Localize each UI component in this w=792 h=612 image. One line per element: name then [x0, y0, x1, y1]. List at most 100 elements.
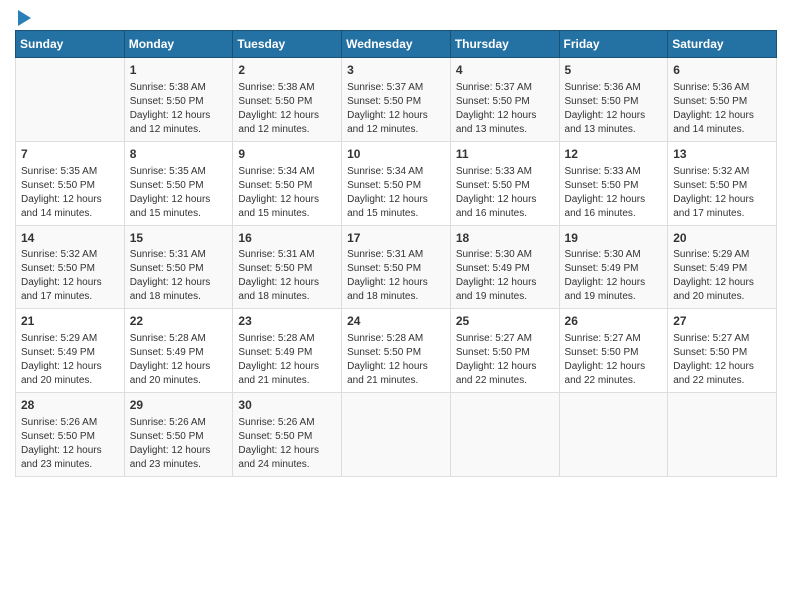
calendar-cell: 17Sunrise: 5:31 AM Sunset: 5:50 PM Dayli… [342, 225, 451, 309]
day-info: Sunrise: 5:32 AM Sunset: 5:50 PM Dayligh… [673, 165, 771, 221]
day-info: Sunrise: 5:35 AM Sunset: 5:50 PM Dayligh… [21, 165, 119, 221]
day-number: 20 [673, 230, 771, 247]
day-info: Sunrise: 5:38 AM Sunset: 5:50 PM Dayligh… [238, 81, 336, 137]
day-info: Sunrise: 5:36 AM Sunset: 5:50 PM Dayligh… [565, 81, 663, 137]
calendar-cell [342, 393, 451, 477]
calendar-week-row: 21 Sunrise: 5:29 AM Sunset: 5:49 PM Dayli… [16, 309, 777, 393]
day-number: 5 [565, 62, 663, 79]
day-number: 30 [238, 397, 336, 414]
day-info: Sunrise: 5:30 AM Sunset: 5:49 PM Dayligh… [565, 248, 663, 304]
day-info: Sunrise: 5:32 AM Sunset: 5:50 PM Dayligh… [21, 248, 119, 304]
calendar-cell: 26 Sunrise: 5:27 AM Sunset: 5:50 PM Dayli… [559, 309, 668, 393]
day-info: Sunrise: 5:29 AM Sunset: 5:49 PM Dayligh… [21, 332, 119, 388]
calendar-cell [450, 393, 559, 477]
day-info: Sunrise: 5:37 AM Sunset: 5:50 PM Dayligh… [456, 81, 554, 137]
calendar-cell [16, 58, 125, 142]
day-number: 24 [347, 313, 445, 330]
calendar-cell: 2 Sunrise: 5:38 AM Sunset: 5:50 PM Daylig… [233, 58, 342, 142]
day-number: 22 [130, 313, 228, 330]
day-info: Sunrise: 5:26 AM Sunset: 5:50 PM Dayligh… [238, 416, 336, 472]
calendar-cell: 24 Sunrise: 5:28 AM Sunset: 5:50 PM Dayli… [342, 309, 451, 393]
day-number: 19 [565, 230, 663, 247]
day-number: 27 [673, 313, 771, 330]
day-info: Sunrise: 5:27 AM Sunset: 5:50 PM Dayligh… [456, 332, 554, 388]
calendar-week-row: 1 Sunrise: 5:38 AM Sunset: 5:50 PM Daylig… [16, 58, 777, 142]
calendar-cell: 7 Sunrise: 5:35 AM Sunset: 5:50 PM Daylig… [16, 141, 125, 225]
day-info: Sunrise: 5:34 AM Sunset: 5:50 PM Dayligh… [238, 165, 336, 221]
calendar-cell: 5 Sunrise: 5:36 AM Sunset: 5:50 PM Daylig… [559, 58, 668, 142]
day-info: Sunrise: 5:27 AM Sunset: 5:50 PM Dayligh… [673, 332, 771, 388]
calendar-cell: 23Sunrise: 5:28 AM Sunset: 5:49 PM Dayli… [233, 309, 342, 393]
calendar-cell: 30 Sunrise: 5:26 AM Sunset: 5:50 PM Dayli… [233, 393, 342, 477]
day-info: Sunrise: 5:35 AM Sunset: 5:50 PM Dayligh… [130, 165, 228, 221]
column-header-tuesday: Tuesday [233, 31, 342, 58]
day-number: 28 [21, 397, 119, 414]
day-info: Sunrise: 5:26 AM Sunset: 5:50 PM Dayligh… [130, 416, 228, 472]
column-header-friday: Friday [559, 31, 668, 58]
day-number: 17 [347, 230, 445, 247]
day-info: Sunrise: 5:26 AM Sunset: 5:50 PM Dayligh… [21, 416, 119, 472]
column-header-monday: Monday [124, 31, 233, 58]
day-number: 25 [456, 313, 554, 330]
calendar-cell: 11Sunrise: 5:33 AM Sunset: 5:50 PM Dayli… [450, 141, 559, 225]
day-number: 2 [238, 62, 336, 79]
day-info: Sunrise: 5:31 AM Sunset: 5:50 PM Dayligh… [238, 248, 336, 304]
day-number: 13 [673, 146, 771, 163]
calendar-cell: 1Sunrise: 5:38 AM Sunset: 5:50 PM Daylig… [124, 58, 233, 142]
day-number: 7 [21, 146, 119, 163]
calendar-header-row: SundayMondayTuesdayWednesdayThursdayFrid… [16, 31, 777, 58]
day-info: Sunrise: 5:33 AM Sunset: 5:50 PM Dayligh… [565, 165, 663, 221]
calendar-cell: 20Sunrise: 5:29 AM Sunset: 5:49 PM Dayli… [668, 225, 777, 309]
column-header-thursday: Thursday [450, 31, 559, 58]
calendar-week-row: 28 Sunrise: 5:26 AM Sunset: 5:50 PM Dayli… [16, 393, 777, 477]
calendar-cell: 3 Sunrise: 5:37 AM Sunset: 5:50 PM Daylig… [342, 58, 451, 142]
day-info: Sunrise: 5:28 AM Sunset: 5:49 PM Dayligh… [130, 332, 228, 388]
day-info: Sunrise: 5:36 AM Sunset: 5:50 PM Dayligh… [673, 81, 771, 137]
column-header-sunday: Sunday [16, 31, 125, 58]
calendar-cell: 6 Sunrise: 5:36 AM Sunset: 5:50 PM Daylig… [668, 58, 777, 142]
calendar-week-row: 7 Sunrise: 5:35 AM Sunset: 5:50 PM Daylig… [16, 141, 777, 225]
calendar-cell: 19Sunrise: 5:30 AM Sunset: 5:49 PM Dayli… [559, 225, 668, 309]
calendar-cell: 9 Sunrise: 5:34 AM Sunset: 5:50 PM Daylig… [233, 141, 342, 225]
calendar-cell: 13 Sunrise: 5:32 AM Sunset: 5:50 PM Dayli… [668, 141, 777, 225]
page-header [15, 10, 777, 24]
calendar-cell: 16Sunrise: 5:31 AM Sunset: 5:50 PM Dayli… [233, 225, 342, 309]
calendar-cell: 28 Sunrise: 5:26 AM Sunset: 5:50 PM Dayli… [16, 393, 125, 477]
day-info: Sunrise: 5:30 AM Sunset: 5:49 PM Dayligh… [456, 248, 554, 304]
day-number: 26 [565, 313, 663, 330]
day-number: 18 [456, 230, 554, 247]
day-number: 4 [456, 62, 554, 79]
calendar-week-row: 14Sunrise: 5:32 AM Sunset: 5:50 PM Dayli… [16, 225, 777, 309]
day-number: 29 [130, 397, 228, 414]
day-number: 12 [565, 146, 663, 163]
day-number: 3 [347, 62, 445, 79]
calendar-cell [559, 393, 668, 477]
calendar-cell: 29 Sunrise: 5:26 AM Sunset: 5:50 PM Dayli… [124, 393, 233, 477]
day-number: 6 [673, 62, 771, 79]
day-info: Sunrise: 5:33 AM Sunset: 5:50 PM Dayligh… [456, 165, 554, 221]
calendar-table: SundayMondayTuesdayWednesdayThursdayFrid… [15, 30, 777, 477]
calendar-cell [668, 393, 777, 477]
calendar-cell: 15Sunrise: 5:31 AM Sunset: 5:50 PM Dayli… [124, 225, 233, 309]
day-info: Sunrise: 5:27 AM Sunset: 5:50 PM Dayligh… [565, 332, 663, 388]
calendar-cell: 27 Sunrise: 5:27 AM Sunset: 5:50 PM Dayli… [668, 309, 777, 393]
calendar-cell: 25 Sunrise: 5:27 AM Sunset: 5:50 PM Dayli… [450, 309, 559, 393]
day-info: Sunrise: 5:28 AM Sunset: 5:49 PM Dayligh… [238, 332, 336, 388]
logo-arrow-icon [18, 10, 31, 26]
day-number: 1 [130, 62, 228, 79]
calendar-cell: 8 Sunrise: 5:35 AM Sunset: 5:50 PM Daylig… [124, 141, 233, 225]
day-info: Sunrise: 5:37 AM Sunset: 5:50 PM Dayligh… [347, 81, 445, 137]
calendar-cell: 10 Sunrise: 5:34 AM Sunset: 5:50 PM Dayli… [342, 141, 451, 225]
day-info: Sunrise: 5:34 AM Sunset: 5:50 PM Dayligh… [347, 165, 445, 221]
day-number: 9 [238, 146, 336, 163]
day-number: 15 [130, 230, 228, 247]
calendar-cell: 21 Sunrise: 5:29 AM Sunset: 5:49 PM Dayli… [16, 309, 125, 393]
day-number: 8 [130, 146, 228, 163]
day-number: 16 [238, 230, 336, 247]
day-number: 10 [347, 146, 445, 163]
day-info: Sunrise: 5:28 AM Sunset: 5:50 PM Dayligh… [347, 332, 445, 388]
day-number: 21 [21, 313, 119, 330]
column-header-wednesday: Wednesday [342, 31, 451, 58]
calendar-cell: 12 Sunrise: 5:33 AM Sunset: 5:50 PM Dayli… [559, 141, 668, 225]
column-header-saturday: Saturday [668, 31, 777, 58]
